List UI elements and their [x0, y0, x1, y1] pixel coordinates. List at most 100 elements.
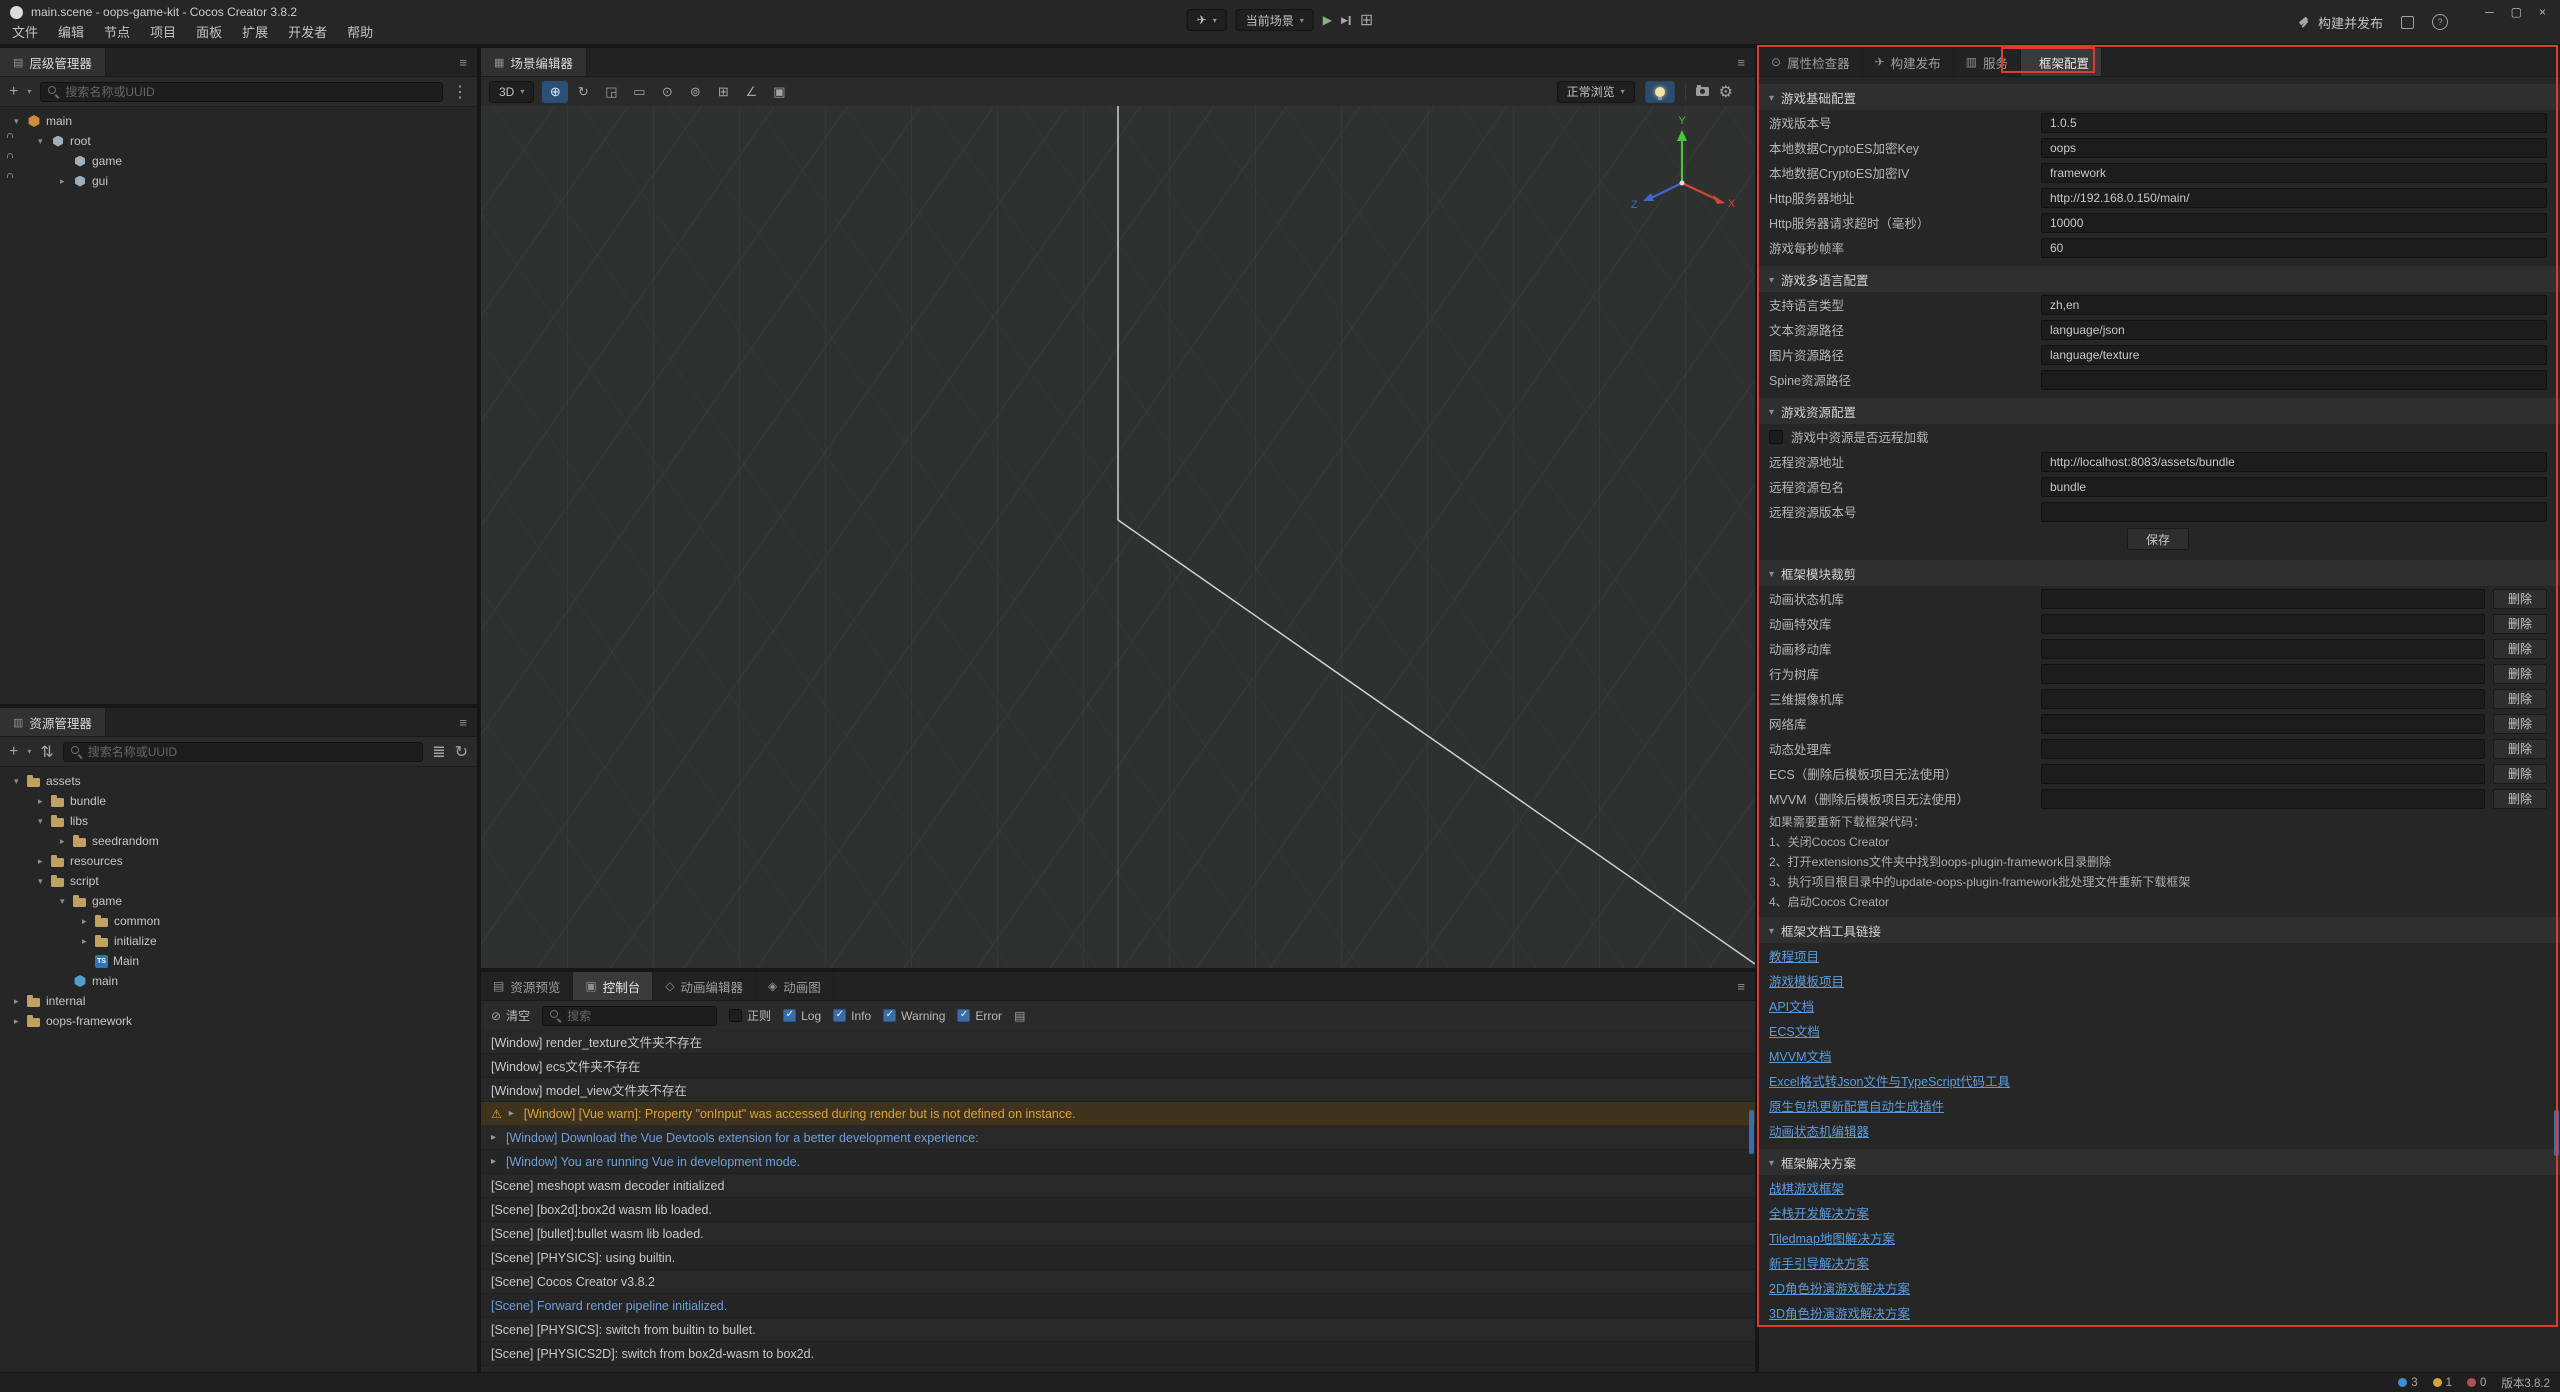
panel-menu-icon[interactable]: ≡ — [1737, 972, 1745, 1000]
expand-arrow[interactable] — [38, 816, 51, 827]
console-log-row[interactable]: [Scene] [PHYSICS2D]: switch from box2d-w… — [481, 1342, 1755, 1366]
add-node-button[interactable]: + — [9, 83, 18, 101]
tree-node[interactable]: root — [0, 131, 477, 151]
delete-button[interactable]: 删除 — [2493, 689, 2547, 709]
menu-item[interactable]: 开发者 — [278, 22, 337, 44]
expand-arrow[interactable] — [82, 916, 95, 927]
gear-icon[interactable]: ⚙ — [1719, 82, 1733, 102]
doc-link[interactable]: Excel格式转Json文件与TypeScript代码工具 — [1769, 1071, 2010, 1090]
doc-link[interactable]: 教程项目 — [1769, 946, 1819, 965]
tree-node[interactable]: Main — [0, 951, 477, 971]
section-header[interactable]: 框架文档工具链接 — [1759, 917, 2560, 943]
delete-button[interactable]: 删除 — [2493, 764, 2547, 784]
text-input[interactable]: language/texture — [2041, 345, 2547, 365]
delete-button[interactable]: 删除 — [2493, 789, 2547, 809]
console-log-row[interactable]: [Window] [Vue warn]: Property "onInput" … — [481, 1102, 1755, 1126]
menu-item[interactable]: 扩展 — [232, 22, 278, 44]
expand-arrow[interactable] — [14, 996, 27, 1007]
text-input[interactable]: zh,en — [2041, 295, 2547, 315]
doc-link[interactable]: API文档 — [1769, 996, 1814, 1015]
expand-arrow[interactable] — [82, 936, 95, 947]
text-input[interactable] — [2041, 689, 2485, 709]
console-log-row[interactable]: [Scene] [PHYSICS]: switch from builtin t… — [481, 1318, 1755, 1342]
doc-link[interactable]: ECS文档 — [1769, 1021, 1820, 1040]
text-input[interactable] — [2041, 739, 2485, 759]
hierarchy-search[interactable] — [40, 82, 443, 102]
text-input[interactable]: 60 — [2041, 238, 2547, 258]
refresh-icon[interactable]: ↻ — [455, 742, 468, 762]
tab-assets[interactable]: ▥ 资源管理器 — [0, 708, 106, 736]
bottom-tab[interactable]: 资源预览 — [481, 972, 573, 1000]
filter-checkbox[interactable]: Log — [783, 1009, 821, 1023]
preview-scene-select[interactable]: 当前场景 ▾ — [1236, 9, 1314, 31]
view-mode-select[interactable]: 正常浏览 ▾ — [1557, 81, 1635, 103]
tool-button[interactable] — [542, 81, 568, 103]
text-input[interactable] — [2041, 714, 2485, 734]
clear-console-button[interactable]: ⊘ 清空 — [491, 1007, 530, 1024]
step-frame-button[interactable] — [1341, 15, 1351, 26]
expand-arrow[interactable] — [14, 1016, 27, 1027]
regex-checkbox[interactable]: 正则 — [729, 1007, 771, 1024]
text-input[interactable]: language/json — [2041, 320, 2547, 340]
delete-button[interactable]: 删除 — [2493, 739, 2547, 759]
doc-link[interactable]: 游戏模板项目 — [1769, 971, 1844, 990]
tree-node[interactable]: seedrandom — [0, 831, 477, 851]
expand-arrow[interactable] — [38, 876, 51, 887]
chevron-down-icon[interactable]: ▾ — [27, 87, 31, 96]
delete-button[interactable]: 删除 — [2493, 614, 2547, 634]
doc-link[interactable]: MVVM文档 — [1769, 1046, 1832, 1065]
tree-node[interactable]: libs — [0, 811, 477, 831]
camera-icon[interactable] — [1696, 87, 1709, 96]
assets-search-input[interactable] — [88, 745, 415, 759]
text-input[interactable] — [2041, 502, 2547, 522]
section-header[interactable]: 游戏资源配置 — [1759, 398, 2560, 424]
menu-item[interactable]: 面板 — [186, 22, 232, 44]
menu-item[interactable]: 文件 — [2, 22, 48, 44]
doc-link[interactable]: 战棋游戏框架 — [1769, 1178, 1844, 1197]
console-search-input[interactable] — [567, 1009, 709, 1023]
tree-node[interactable]: resources — [0, 851, 477, 871]
bottom-tab[interactable]: 动画图 — [756, 972, 834, 1000]
expand-arrow[interactable] — [14, 776, 27, 787]
tool-button[interactable] — [654, 81, 680, 103]
doc-link[interactable]: 2D角色扮演游戏解决方案 — [1769, 1278, 1910, 1297]
console-log-row[interactable]: [Window] model_view文件夹不存在 — [481, 1078, 1755, 1102]
menu-item[interactable]: 帮助 — [337, 22, 383, 44]
text-input[interactable]: 10000 — [2041, 213, 2547, 233]
text-input[interactable]: 1.0.5 — [2041, 113, 2547, 133]
doc-link[interactable]: Tiledmap地图解决方案 — [1769, 1228, 1895, 1247]
section-header[interactable]: 框架解决方案 — [1759, 1149, 2560, 1175]
orientation-gizmo[interactable]: Y X Z — [1627, 108, 1737, 218]
bottom-tab[interactable]: 动画编辑器 — [653, 972, 756, 1000]
console-log-row[interactable]: [Scene] Forward render pipeline initiali… — [481, 1294, 1755, 1318]
console-log-row[interactable]: [Scene] Cocos Creator v3.8.2 — [481, 1270, 1755, 1294]
tab-hierarchy[interactable]: ▤ 层级管理器 — [0, 48, 106, 76]
scene-viewport[interactable]: Y X Z — [481, 106, 1755, 968]
warning-count-badge[interactable]: 1 — [2433, 1377, 2452, 1389]
expand-arrow[interactable] — [38, 136, 51, 147]
lighting-toggle[interactable] — [1645, 81, 1675, 103]
tree-node[interactable]: oops-framework — [0, 1011, 477, 1031]
text-input[interactable]: oops — [2041, 138, 2547, 158]
tree-node[interactable]: bundle — [0, 791, 477, 811]
section-header[interactable]: 游戏多语言配置 — [1759, 266, 2560, 292]
delete-button[interactable]: 删除 — [2493, 664, 2547, 684]
save-button[interactable]: 保存 — [2127, 528, 2189, 550]
text-input[interactable] — [2041, 664, 2485, 684]
inspector-tab[interactable]: 属性检查器 — [1759, 48, 1863, 76]
menu-item[interactable]: 节点 — [94, 22, 140, 44]
tool-button[interactable] — [710, 81, 736, 103]
add-asset-button[interactable]: + — [9, 743, 18, 761]
doc-link[interactable]: 动画状态机编辑器 — [1769, 1121, 1869, 1140]
open-log-file-icon[interactable]: ▤ — [1014, 1009, 1025, 1023]
text-input[interactable] — [2041, 370, 2547, 390]
text-input[interactable]: http://localhost:8083/assets/bundle — [2041, 452, 2547, 472]
tool-button[interactable] — [598, 81, 624, 103]
filter-checkbox[interactable]: Info — [833, 1009, 871, 1023]
close-button[interactable]: × — [2539, 5, 2546, 19]
inspector-tab[interactable]: 框架配置 — [2021, 48, 2102, 76]
console-log-row[interactable]: [Scene] [PHYSICS]: using builtin. — [481, 1246, 1755, 1270]
console-log-row[interactable]: [Window] You are running Vue in developm… — [481, 1150, 1755, 1174]
inspector-tab[interactable]: 构建发布 — [1863, 48, 1954, 76]
inspector-scrollbar[interactable] — [2554, 1110, 2559, 1156]
